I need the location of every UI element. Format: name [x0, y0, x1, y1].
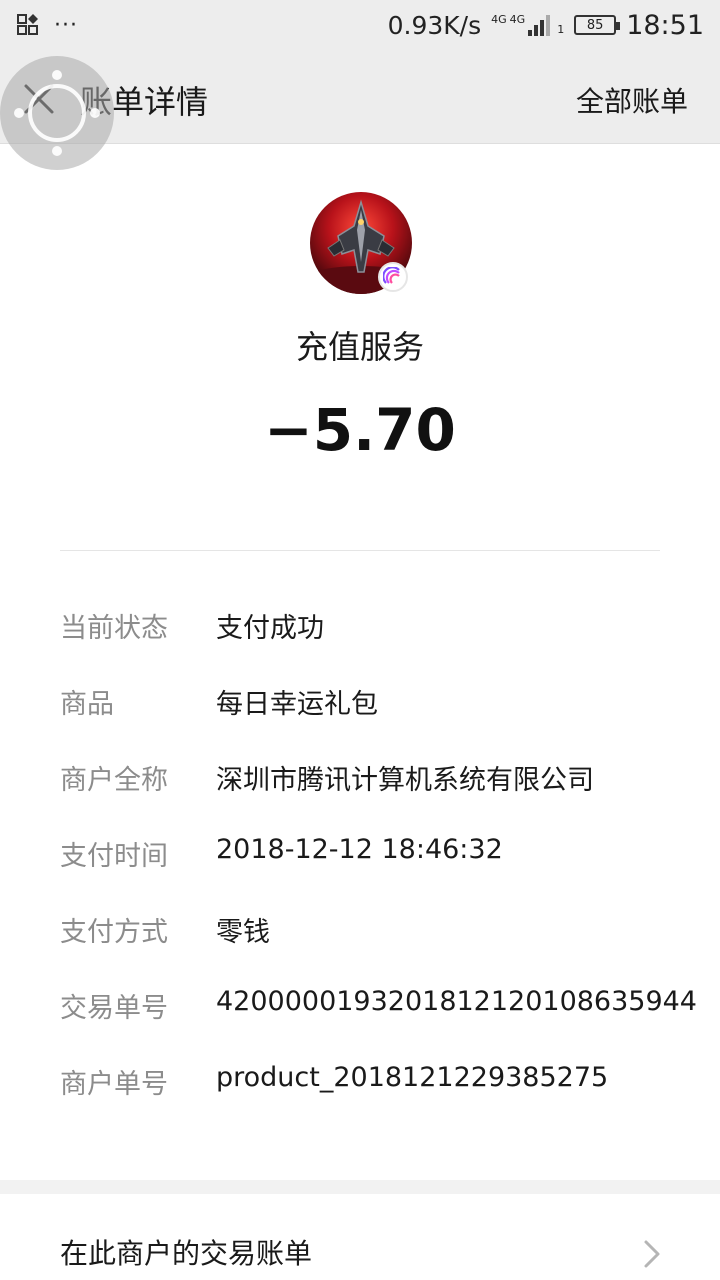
detail-value: product_2018121229385275 — [216, 1062, 609, 1093]
detail-label: 商户全称 — [60, 765, 168, 796]
more-dots-icon: ··· — [54, 12, 78, 38]
merchant-name: 充值服务 — [295, 328, 424, 366]
signal-label-2: 4G — [509, 13, 526, 26]
divider — [60, 550, 660, 551]
battery-indicator: 85 — [574, 15, 621, 35]
all-bills-button[interactable]: 全部账单 — [576, 80, 688, 120]
floating-dot-left — [14, 108, 24, 118]
floating-window-icon — [28, 84, 86, 142]
status-left: ··· — [16, 13, 78, 38]
detail-list: 当前状态 支付成功 商品 每日幸运礼包 商户全称 深圳市腾讯计算机系统有限公司 … — [0, 600, 720, 1132]
transaction-amount: −5.70 — [264, 396, 456, 464]
detail-label: 商品 — [60, 689, 114, 720]
detail-label: 支付时间 — [60, 841, 168, 872]
detail-value: 每日幸运礼包 — [216, 689, 378, 720]
detail-label: 当前状态 — [60, 613, 168, 644]
status-bar: ··· 0.93K/s 4G 4G 1 85 18:51 — [0, 0, 720, 50]
sim-slot: 1 — [557, 23, 565, 36]
detail-row-merchant-fullname: 商户全称 深圳市腾讯计算机系统有限公司 — [0, 752, 720, 828]
detail-row-status: 当前状态 支付成功 — [0, 600, 720, 676]
mini-program-icon — [383, 267, 400, 284]
bill-detail-screen: ··· 0.93K/s 4G 4G 1 85 18:51 账单详情 全部账单 充… — [0, 0, 720, 1280]
floating-dot-bottom — [52, 146, 62, 156]
app-grid-icon — [17, 14, 38, 35]
detail-value: 4200000193201812120108635944 — [216, 986, 697, 1017]
detail-label: 支付方式 — [60, 917, 168, 948]
detail-row-pay-method: 支付方式 零钱 — [0, 904, 720, 980]
merchant-bills-link[interactable]: 在此商户的交易账单 — [0, 1194, 720, 1280]
signal-group: 4G 4G 1 — [491, 14, 564, 36]
network-speed: 0.93K/s — [387, 10, 482, 40]
detail-value: 支付成功 — [216, 613, 324, 644]
floating-window-button[interactable] — [0, 56, 114, 170]
floating-dot-right — [90, 108, 100, 118]
signal-label-1: 4G — [491, 13, 507, 26]
status-right: 0.93K/s 4G 4G 1 85 18:51 — [388, 10, 704, 41]
chevron-right-icon — [644, 1240, 660, 1268]
detail-row-product: 商品 每日幸运礼包 — [0, 676, 720, 752]
clock: 18:51 — [626, 9, 704, 41]
section-gap — [0, 1180, 720, 1194]
detail-label: 交易单号 — [60, 993, 168, 1024]
detail-value: 深圳市腾讯计算机系统有限公司 — [216, 765, 594, 796]
detail-value: 零钱 — [216, 917, 270, 948]
merchant-bills-label: 在此商户的交易账单 — [60, 1237, 313, 1270]
mini-program-badge-icon — [378, 262, 408, 292]
signal-bars-icon — [528, 15, 551, 36]
floating-dot-top — [52, 70, 62, 80]
detail-row-transaction-id: 交易单号 4200000193201812120108635944 — [0, 980, 720, 1056]
detail-row-merchant-order-id: 商户单号 product_2018121229385275 — [0, 1056, 720, 1132]
detail-row-pay-time: 支付时间 2018-12-12 18:46:32 — [0, 828, 720, 904]
detail-value: 2018-12-12 18:46:32 — [216, 834, 503, 865]
detail-label: 商户单号 — [60, 1069, 168, 1100]
